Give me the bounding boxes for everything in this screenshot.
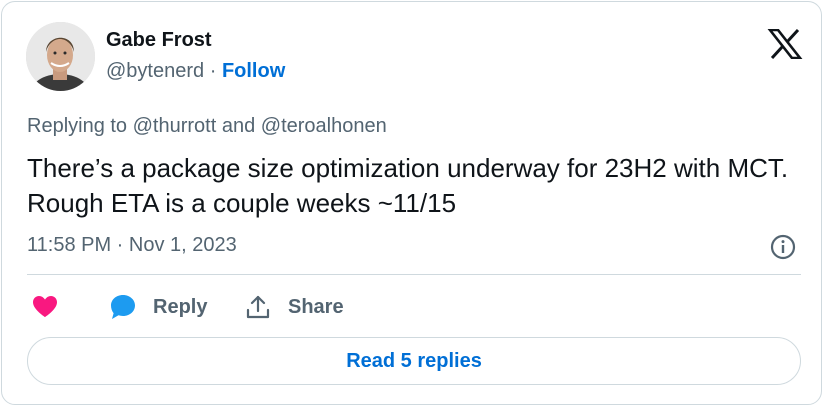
read-replies-label: Read 5 replies [346,349,482,372]
reply-context: Replying to @thurrott and @teroalhonen [27,115,387,137]
avatar[interactable] [26,22,95,91]
author-name[interactable]: Gabe Frost [106,29,212,52]
author-handle[interactable]: @bytenerd [106,60,204,82]
meta-separator: · [209,60,217,82]
tweet-text: There’s a package size optimization unde… [27,153,789,218]
reply-button[interactable]: Reply [109,291,207,323]
follow-button[interactable]: Follow [222,60,285,82]
speech-bubble-icon [111,295,135,319]
share-button[interactable]: Share [245,291,344,323]
info-icon[interactable] [770,234,796,260]
person-avatar-icon [26,22,95,91]
author-meta: @bytenerd · Follow [106,60,285,83]
read-replies-button[interactable]: Read 5 replies [27,337,801,385]
tweet-timestamp[interactable]: 11:58 PM · Nov 1, 2023 [27,234,237,257]
heart-icon[interactable] [32,295,58,319]
tweet-card: Gabe Frost @bytenerd · Follow Replying t… [1,1,822,405]
reply-label: Reply [153,295,208,318]
share-label: Share [288,295,344,318]
share-icon [246,295,270,319]
x-logo-icon[interactable] [767,29,803,59]
divider [27,274,801,275]
